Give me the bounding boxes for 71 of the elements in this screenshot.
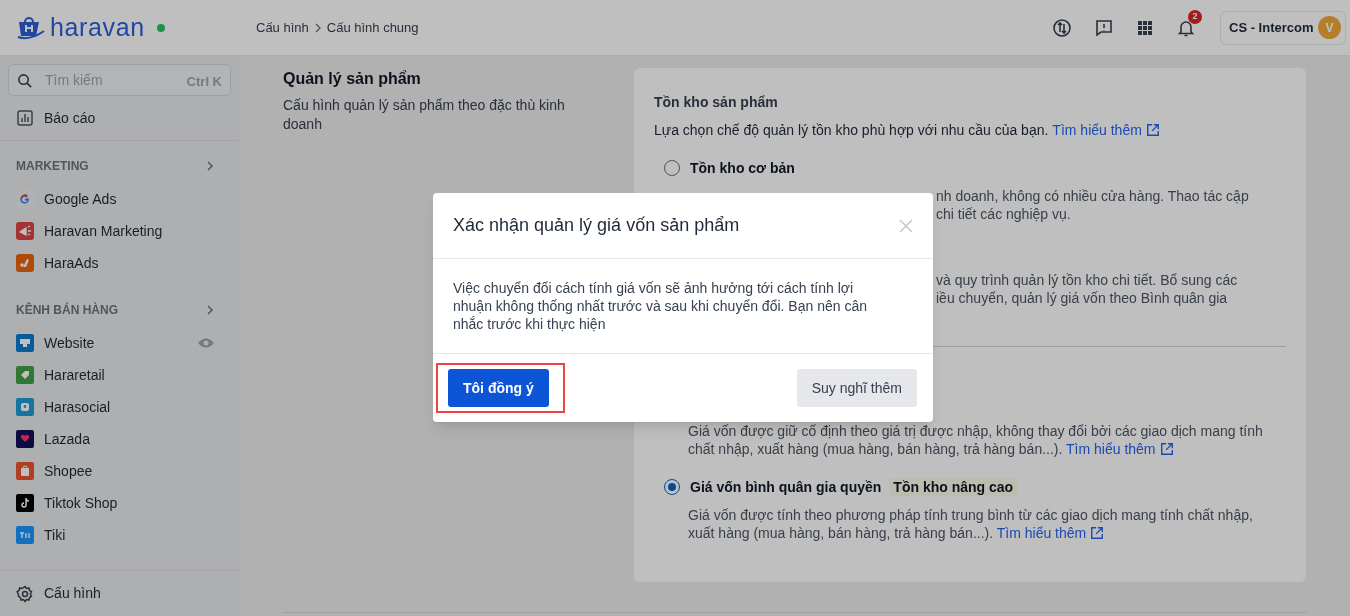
sidebar-item[interactable]: Haravan Marketing — [0, 215, 239, 247]
option-description: Giá vốn được tính theo phương pháp tính trung bình từ các giao dịch mang tính chất nhập, xuất hàng (mua hàng, bán hàng, trả hàng bán...). Tìm hiểu thêm — [688, 506, 1254, 542]
sidebar-item-label: Hararetail — [44, 365, 105, 385]
option-label: Giá vốn bình quân gia quyền — [690, 478, 882, 496]
dialog-message: Việc chuyển đổi cách tính giá vốn sẽ ảnh hưởng tới cách tính lợi nhuận không thống nhất trước và sau khi chuyển đổi. Bạn nên cân nhắc trước khi thực hiện — [453, 279, 868, 333]
learn-more-link[interactable]: Tìm hiểu thêm — [1052, 121, 1160, 139]
app-icon — [16, 254, 34, 272]
sidebar-item-label: Tiki — [44, 525, 66, 545]
shortcut-hint: Ctrl K — [186, 73, 222, 91]
app-icon — [16, 526, 34, 544]
tag-icon — [16, 366, 34, 384]
sidebar-item-label: Website — [44, 333, 95, 353]
search-icon — [17, 73, 32, 88]
section-title: Quản lý sản phẩm — [283, 69, 422, 89]
learn-more-link[interactable]: Tìm hiểu thêm — [996, 525, 1105, 541]
megaphone-icon — [16, 222, 34, 240]
account-button[interactable]: CS - Intercom V — [1220, 10, 1346, 45]
sidebar-item[interactable]: Shopee — [0, 455, 239, 487]
sidebar-item[interactable]: Báo cáo — [0, 102, 239, 134]
sidebar-item[interactable]: Hararetail — [0, 359, 239, 391]
sidebar-item[interactable]: Harasocial — [0, 391, 239, 423]
option-description: Giá vốn được giữ cố định theo giá trị được nhập, không thay đổi bởi các giao dịch mang tính chất nhập, xuất hàng (mua hàng, bán hàng, trả hàng bán...). Tìm hiểu thêm — [688, 422, 1264, 458]
external-link-icon — [1145, 123, 1160, 137]
sidebar-item-label: Tiktok Shop — [44, 493, 118, 513]
external-link-icon — [1090, 526, 1105, 540]
notification-badge: 2 — [1188, 9, 1202, 24]
sidebar-item[interactable]: Google Ads — [0, 183, 239, 215]
sidebar-item-label: Lazada — [44, 429, 90, 449]
dialog-title: Xác nhận quản lý giá vốn sản phẩm — [453, 214, 740, 237]
sidebar-item-label: Google Ads — [44, 189, 117, 209]
group-heading: KÊNH BÁN HÀNG — [16, 301, 118, 319]
logo-text: haravan — [50, 15, 145, 40]
option-tag: Tồn kho nâng cao — [889, 478, 1018, 496]
avatar: V — [1318, 16, 1341, 39]
option-label: Tồn kho cơ bản — [690, 159, 795, 177]
chevron-right-icon[interactable] — [205, 161, 215, 171]
sidebar-item[interactable]: Website — [0, 327, 239, 359]
group-heading: MARKETING — [16, 158, 89, 175]
option-description: iều chuyển, quản lý giá vốn theo Bình quân gia — [936, 289, 1229, 307]
sidebar-item[interactable]: Tiktok Shop — [0, 487, 239, 519]
sidebar-item-label[interactable]: Cấu hình — [44, 583, 101, 604]
sidebar-item-label: HaraAds — [44, 253, 99, 273]
chevron-right-icon[interactable] — [205, 305, 215, 315]
breadcrumb-item[interactable]: Cấu hình — [256, 17, 309, 38]
learn-more-link[interactable]: Tìm hiểu thêm — [1066, 441, 1174, 457]
option-description: và quy trình quản lý tồn kho chi tiết. Bổ sung các — [936, 271, 1239, 289]
breadcrumb-item: Cấu hình chung — [326, 18, 419, 37]
option-description: chi tiết các nghiệp vụ. — [936, 205, 1072, 223]
think-more-button[interactable]: Suy nghĩ thêm — [796, 369, 917, 407]
sidebar-item-label: Harasocial — [44, 397, 111, 417]
sidebar-item-label: Shopee — [44, 461, 93, 481]
agree-button[interactable]: Tôi đồng ý — [448, 369, 549, 407]
sidebar-item-label: Haravan Marketing — [44, 221, 163, 241]
settings-icon — [16, 584, 34, 603]
sidebar-item[interactable]: HaraAds — [0, 247, 239, 279]
currency-exchange-icon[interactable] — [1052, 17, 1072, 38]
feedback-icon[interactable] — [1094, 17, 1114, 38]
storefront-icon — [16, 334, 34, 352]
sidebar-item-label: Báo cáo — [44, 108, 96, 128]
sidebar-item[interactable]: Tiki — [0, 519, 239, 551]
external-link-icon — [1159, 442, 1174, 456]
section-description: Cấu hình quản lý sản phẩm theo đặc thù kinh doanh — [283, 96, 566, 134]
music-note-icon — [16, 494, 34, 512]
apps-grid-icon[interactable] — [1136, 18, 1154, 37]
card-description: Lựa chọn chế độ quản lý tồn kho phù hợp với nhu cầu của bạn. — [654, 121, 1049, 139]
bar-chart-icon — [16, 109, 34, 127]
chat-icon — [16, 398, 34, 416]
shopping-bag-icon — [16, 462, 34, 480]
card-title: Tồn kho sản phẩm — [654, 93, 779, 111]
sidebar-item[interactable]: Lazada — [0, 423, 239, 455]
option-description: nh doanh, không có nhiều cửa hàng. Thao tác cập — [936, 187, 1250, 205]
